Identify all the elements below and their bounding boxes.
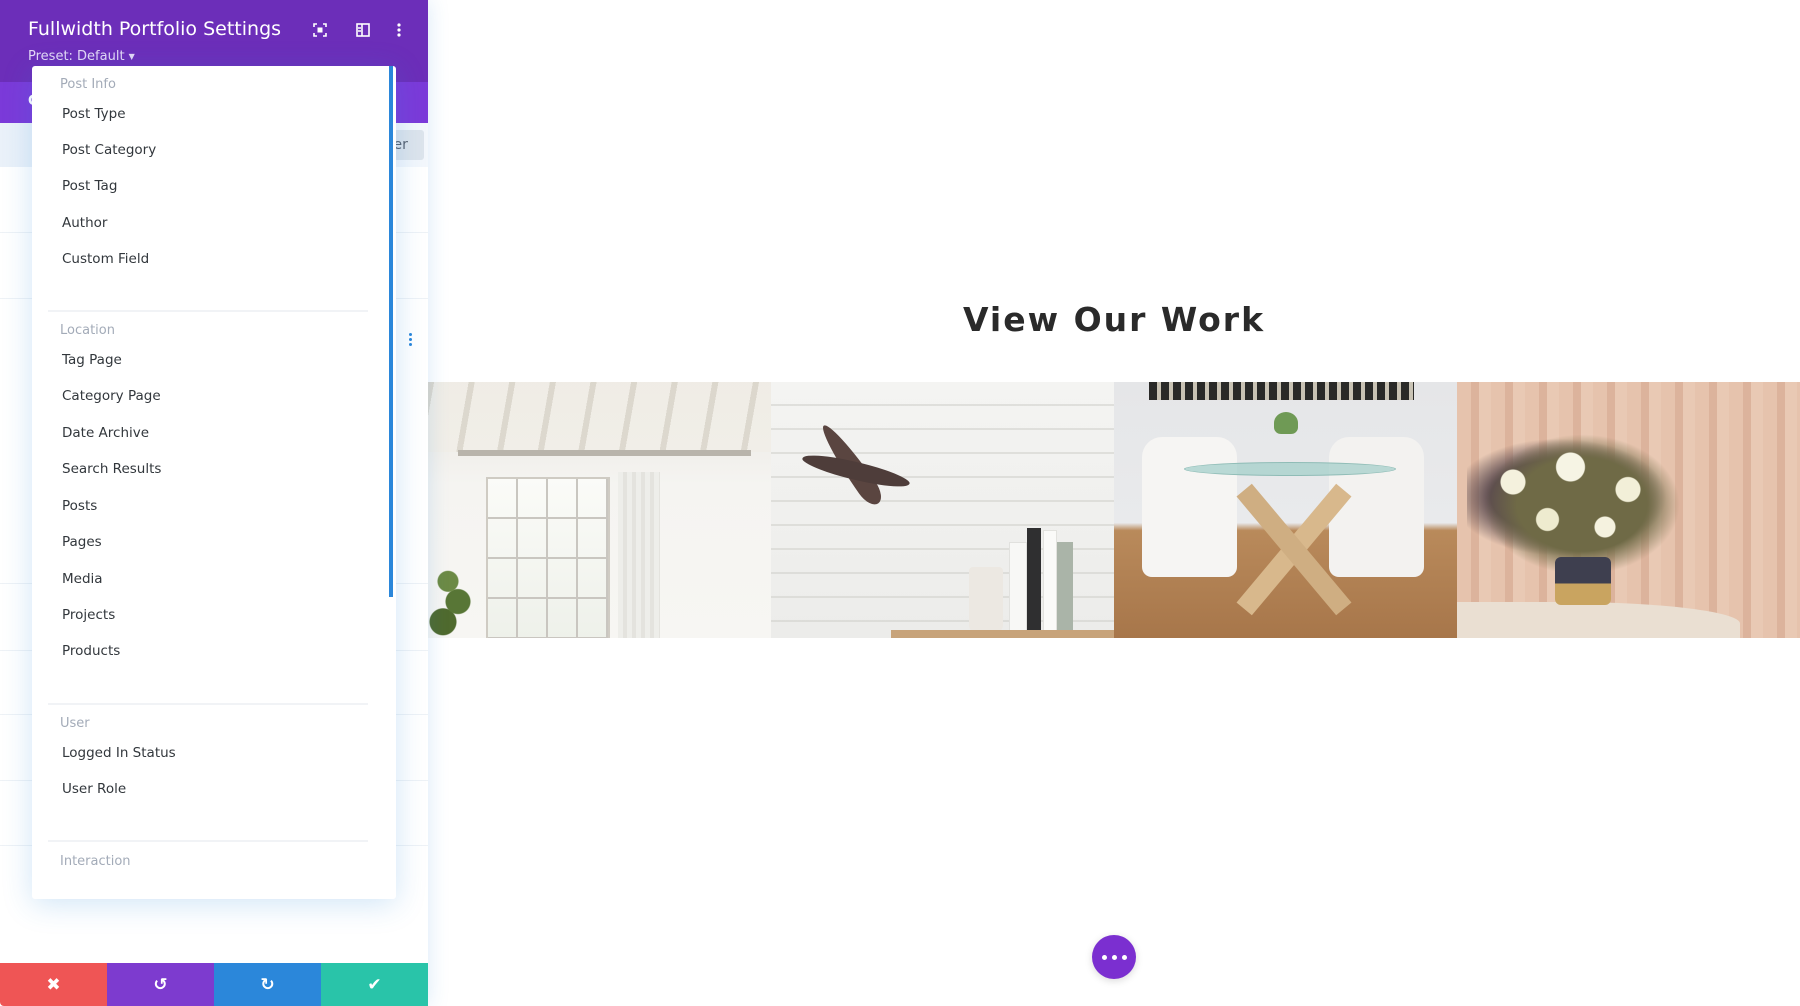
image-detail [428,382,771,452]
portfolio-gallery [428,382,1800,638]
portfolio-item-3[interactable] [1114,382,1457,638]
image-detail [1274,412,1298,434]
condition-type-dropdown: Post Info Post Type Post Category Post T… [32,66,396,899]
dropdown-item-logged-in-status[interactable]: Logged In Status [62,745,176,761]
page-settings-button[interactable] [1092,935,1136,979]
image-detail [1043,530,1057,636]
image-detail [1184,462,1396,476]
more-horizontal-icon [1101,954,1107,960]
layout-icon[interactable] [353,20,373,40]
image-detail [969,567,1003,633]
image-detail [1149,382,1414,400]
undo-icon: ↺ [153,974,168,995]
image-detail [1142,437,1237,577]
portfolio-item-2[interactable] [771,382,1114,638]
dropdown-item-products[interactable]: Products [62,643,120,659]
more-vertical-icon[interactable] [389,20,409,40]
panel-action-bar: ✖ ↺ ↻ ✔ [0,963,428,1006]
image-detail [458,450,751,456]
dropdown-scrollbar[interactable] [389,66,393,597]
image-detail [1057,542,1073,634]
image-detail [891,630,1114,638]
panel-title: Fullwidth Portfolio Settings [28,18,282,40]
dropdown-divider [48,703,368,705]
check-icon: ✔ [367,974,382,995]
more-horizontal-icon [1121,954,1127,960]
page-canvas: View Our Work [428,0,1800,1006]
caret-down-icon: ▼ [128,52,135,61]
image-detail [618,472,660,638]
image-detail [1467,422,1697,572]
save-button[interactable]: ✔ [321,963,428,1006]
image-detail [1009,542,1027,636]
dropdown-item-pages[interactable]: Pages [62,534,102,550]
portfolio-item-1[interactable] [428,382,771,638]
image-detail [1555,557,1611,605]
preset-label: Preset: Default [28,49,125,64]
dropdown-item-posts[interactable]: Posts [62,498,97,514]
dropdown-divider [48,840,368,842]
redo-icon: ↻ [260,974,275,995]
dropdown-item-author[interactable]: Author [62,215,107,231]
dropdown-item-search-results[interactable]: Search Results [62,461,161,477]
dropdown-item-user-role[interactable]: User Role [62,781,126,797]
preset-selector[interactable]: Preset: Default ▼ [28,49,135,64]
dropdown-item-tag-page[interactable]: Tag Page [62,352,122,368]
image-detail [1457,602,1740,638]
group-label-interaction: Interaction [60,854,131,869]
group-label-user: User [60,716,90,731]
dropdown-divider [48,310,368,312]
redo-button[interactable]: ↻ [214,963,321,1006]
group-label-post-info: Post Info [60,77,116,92]
dropdown-item-projects[interactable]: Projects [62,607,115,623]
image-detail [1027,528,1041,634]
dropdown-item-media[interactable]: Media [62,571,103,587]
group-label-location: Location [60,323,115,338]
section-title[interactable]: View Our Work [428,300,1800,339]
expand-icon[interactable] [310,20,330,40]
condition-options-icon[interactable] [409,333,413,346]
dropdown-item-date-archive[interactable]: Date Archive [62,425,149,441]
image-detail [1329,437,1424,577]
dropdown-item-category-page[interactable]: Category Page [62,388,161,404]
dropdown-item-post-type[interactable]: Post Type [62,106,126,122]
close-icon: ✖ [46,974,61,995]
dropdown-item-post-tag[interactable]: Post Tag [62,178,117,194]
portfolio-item-4[interactable] [1457,382,1800,638]
more-horizontal-icon [1111,954,1117,960]
discard-button[interactable]: ✖ [0,963,107,1006]
dropdown-item-custom-field[interactable]: Custom Field [62,251,149,267]
dropdown-item-post-category[interactable]: Post Category [62,142,156,158]
image-detail [428,557,478,638]
undo-button[interactable]: ↺ [107,963,214,1006]
image-detail [486,477,610,638]
